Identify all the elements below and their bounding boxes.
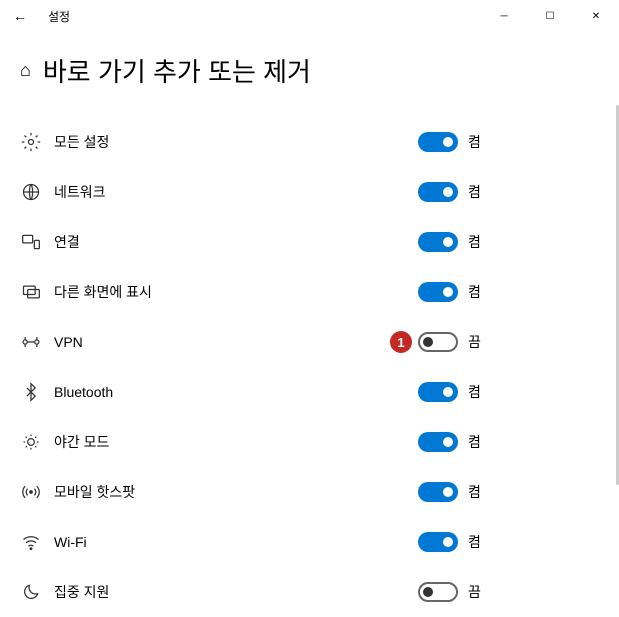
toggle-network[interactable] bbox=[418, 182, 458, 202]
page-header: ⌂ 바로 가기 추가 또는 제거 bbox=[20, 52, 599, 89]
connect-devices-icon bbox=[20, 231, 42, 253]
toggle-focus-assist[interactable] bbox=[418, 582, 458, 602]
toggle-night-light[interactable] bbox=[418, 432, 458, 452]
titlebar: ← 설정 ─ ☐ ✕ bbox=[0, 0, 619, 32]
item-label: 모든 설정 bbox=[54, 132, 109, 152]
toggle-state-label: 끔 bbox=[468, 582, 481, 602]
toggle-state-label: 켬 bbox=[468, 182, 481, 202]
list-item: 다른 화면에 표시 켬 bbox=[20, 267, 599, 317]
toggle-state-label: 켬 bbox=[468, 282, 481, 302]
settings-gear-icon bbox=[20, 131, 42, 153]
project-screen-icon bbox=[20, 281, 42, 303]
toggle-connect[interactable] bbox=[418, 232, 458, 252]
toggle-vpn[interactable] bbox=[418, 332, 458, 352]
item-label: Wi-Fi bbox=[54, 534, 87, 550]
list-item: Bluetooth 켬 bbox=[20, 367, 599, 417]
list-item: 네트워크 켬 bbox=[20, 167, 599, 217]
item-label: 연결 bbox=[54, 232, 80, 252]
content-area: ⌂ 바로 가기 추가 또는 제거 모든 설정 켬 네트워크 켬 bbox=[0, 32, 619, 617]
toggle-state-label: 켬 bbox=[468, 532, 481, 552]
maximize-button[interactable]: ☐ bbox=[527, 0, 573, 32]
toggle-project[interactable] bbox=[418, 282, 458, 302]
item-label: 집중 지원 bbox=[54, 582, 109, 602]
titlebar-left: ← 설정 bbox=[8, 4, 70, 28]
list-item: 모바일 핫스팟 켬 bbox=[20, 467, 599, 517]
item-label: 모바일 핫스팟 bbox=[54, 482, 135, 502]
home-icon[interactable]: ⌂ bbox=[20, 60, 31, 81]
window-controls: ─ ☐ ✕ bbox=[481, 0, 619, 32]
toggle-state-label: 켬 bbox=[468, 132, 481, 152]
vpn-shield-icon bbox=[20, 331, 42, 353]
wifi-icon bbox=[20, 531, 42, 553]
settings-list: 모든 설정 켬 네트워크 켬 연결 켬 bbox=[20, 117, 599, 617]
minimize-button[interactable]: ─ bbox=[481, 0, 527, 32]
hotspot-icon bbox=[20, 481, 42, 503]
list-item: 야간 모드 켬 bbox=[20, 417, 599, 467]
night-light-icon bbox=[20, 431, 42, 453]
list-item: 모든 설정 켬 bbox=[20, 117, 599, 167]
list-item: 집중 지원 끔 bbox=[20, 567, 599, 617]
toggle-state-label: 켬 bbox=[468, 232, 481, 252]
list-item: 연결 켬 bbox=[20, 217, 599, 267]
bluetooth-icon bbox=[20, 381, 42, 403]
toggle-state-label: 켬 bbox=[468, 482, 481, 502]
network-globe-icon bbox=[20, 181, 42, 203]
item-label: 다른 화면에 표시 bbox=[54, 282, 152, 302]
list-item: Wi-Fi 켬 bbox=[20, 517, 599, 567]
arrow-left-icon: ← bbox=[13, 8, 27, 24]
page-title: 바로 가기 추가 또는 제거 bbox=[43, 52, 311, 89]
toggle-state-label: 켬 bbox=[468, 432, 481, 452]
toggle-state-label: 끔 bbox=[468, 332, 481, 352]
annotation-badge: 1 bbox=[390, 331, 412, 353]
back-button[interactable]: ← bbox=[8, 4, 32, 28]
toggle-all-settings[interactable] bbox=[418, 132, 458, 152]
toggle-wifi[interactable] bbox=[418, 532, 458, 552]
close-button[interactable]: ✕ bbox=[573, 0, 619, 32]
item-label: Bluetooth bbox=[54, 384, 113, 400]
app-title: 설정 bbox=[48, 8, 70, 25]
item-label: VPN bbox=[54, 334, 83, 350]
list-item: VPN 1 끔 bbox=[20, 317, 599, 367]
focus-assist-icon bbox=[20, 581, 42, 603]
toggle-state-label: 켬 bbox=[468, 382, 481, 402]
toggle-hotspot[interactable] bbox=[418, 482, 458, 502]
item-label: 네트워크 bbox=[54, 182, 106, 202]
toggle-bluetooth[interactable] bbox=[418, 382, 458, 402]
item-label: 야간 모드 bbox=[54, 432, 109, 452]
